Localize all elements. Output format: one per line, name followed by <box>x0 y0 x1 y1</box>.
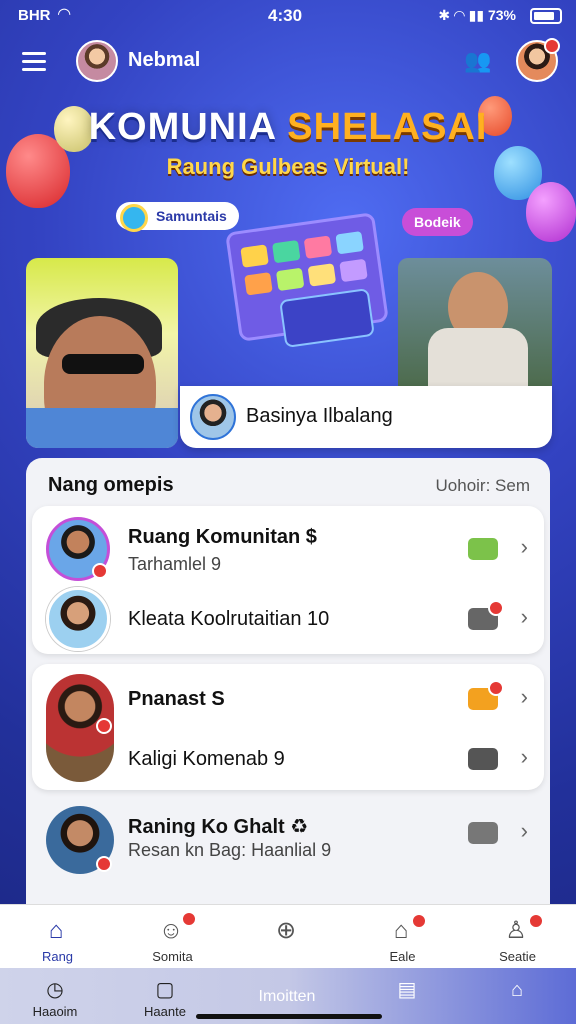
list-item-title: Ruang Komunitan $ <box>128 526 317 548</box>
top-nav: Nebmal 👥 <box>0 38 576 86</box>
people-icon[interactable]: 👥 <box>464 48 491 74</box>
square-icon: ▢ <box>155 979 175 1001</box>
see-all-link[interactable]: Uohoir: Sem <box>436 476 530 496</box>
featured-user-pill[interactable]: Basinya Ilbalang <box>180 386 552 448</box>
list-item-title: Pnanast S <box>128 688 225 710</box>
home-icon: ⌂ <box>48 917 64 944</box>
list-item-subtitle: Resan kn Bag: Haanlial 9 <box>128 840 332 860</box>
chevron-right-icon[interactable]: › <box>521 604 528 630</box>
tab-rang[interactable]: ⌂ Rang <box>0 905 115 969</box>
sys-nav-haaoim[interactable]: ◷ Haaoim <box>0 974 110 1020</box>
headline-word-1: KOMUNIA <box>88 106 276 148</box>
avatar <box>46 806 114 874</box>
balloon-purple <box>526 182 576 242</box>
list-item-title: Kleata Koolrutaitian 10 <box>128 608 330 630</box>
featured-photo-right[interactable] <box>398 258 552 388</box>
chevron-right-icon[interactable]: › <box>521 818 528 844</box>
list-item[interactable]: Raning Ko Ghalt ♻ Resan kn Bag: Haanlial… <box>32 798 544 888</box>
tab-seatie[interactable]: ♙ Seatie <box>460 905 575 969</box>
signal-icons: ✱ ◠ ▮▮ 73% <box>438 7 516 23</box>
featured-name: Basinya Ilbalang <box>246 405 393 427</box>
list-card: Pnanast S › Kaligi Komenab 9 › <box>32 664 544 790</box>
tag-right-label: Bodeik <box>414 214 461 230</box>
message-icon <box>468 822 498 844</box>
list-item-subtitle: Tarhamlel 9 <box>128 554 222 574</box>
username: Nebmal <box>128 49 201 71</box>
carrier-label: BHR <box>18 7 51 24</box>
tab-eale[interactable]: ⌂ Eale <box>345 905 460 969</box>
headline-word-2: SHELASAI <box>287 106 488 148</box>
badge-icon <box>468 538 498 560</box>
list-card: Ruang Komunitan $ Tarhamlel 9 › Kleata K… <box>32 506 544 654</box>
featured-photo-left[interactable] <box>26 258 178 448</box>
list-item[interactable]: Kleata Koolrutaitian 10 › <box>32 584 544 654</box>
sys-nav-user[interactable]: ⌂ <box>462 974 572 1020</box>
chat-bubble-icon <box>120 204 148 232</box>
panel-icon: ▤ <box>397 979 417 1001</box>
list-item-title: Raning Ko Ghalt ♻ <box>128 816 309 838</box>
notification-dot <box>544 38 560 54</box>
thumbs-up-icon <box>468 748 498 770</box>
battery-percent: 73% <box>487 7 516 23</box>
hero-banner: KOMUNIA SHELASAI Raung Gulbeas Virtual! … <box>0 90 576 448</box>
chevron-right-icon[interactable]: › <box>521 744 528 770</box>
bottom-tab-bar: ⌂ Rang ☺ Somita ⊕ ⌂ Eale ♙ Seatie <box>0 904 576 968</box>
tag-left-label: Samuntais <box>156 208 227 224</box>
banner-headline: KOMUNIA SHELASAI <box>0 106 576 149</box>
tab-somita[interactable]: ☺ Somita <box>115 905 230 969</box>
featured-avatar <box>190 394 236 440</box>
chevron-right-icon[interactable]: › <box>521 534 528 560</box>
battery-icon <box>530 8 562 24</box>
home-indicator[interactable] <box>196 1014 382 1019</box>
clock-icon: ◷ <box>46 979 64 1001</box>
list-item-title: Kaligi Komenab 9 <box>128 748 285 770</box>
user-outline-icon: ⌂ <box>510 979 524 1001</box>
status-bar: BHR ◠ 4:30 ✱ ◠ ▮▮ 73% <box>0 0 576 32</box>
wifi-icon: ◠ <box>58 6 71 23</box>
banner-subtitle: Raung Gulbeas Virtual! <box>166 154 410 179</box>
tag-left[interactable]: Samuntais <box>116 202 239 232</box>
plus-circle-icon: ⊕ <box>275 917 297 944</box>
avatar[interactable] <box>76 40 118 82</box>
tab-add[interactable]: ⊕ <box>230 905 345 969</box>
section-title: Nang omepis <box>48 474 174 496</box>
tag-right[interactable]: Bodeik <box>402 208 473 236</box>
clock: 4:30 <box>268 6 303 25</box>
community-list-panel: Nang omepis Uohoir: Sem Ruang Komunitan … <box>26 458 550 928</box>
list-item[interactable]: Ruang Komunitan $ Tarhamlel 9 › <box>32 514 544 584</box>
list-item[interactable]: Kaligi Komenab 9 › <box>32 724 544 794</box>
menu-icon[interactable] <box>22 52 46 72</box>
avatar <box>46 587 110 651</box>
avatar <box>46 517 110 581</box>
chevron-right-icon[interactable]: › <box>521 684 528 710</box>
